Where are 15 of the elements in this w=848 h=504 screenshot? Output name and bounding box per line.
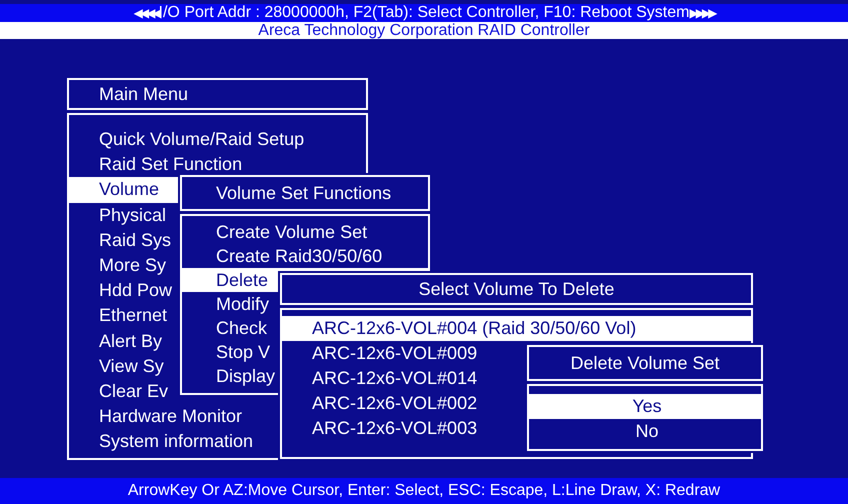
menu-item[interactable]: Raid Set Function	[69, 152, 366, 178]
menu-item[interactable]: Create Raid30/50/60	[182, 244, 428, 268]
menu-item[interactable]: ARC-12x6-VOL#004 (Raid 30/50/60 Vol)	[282, 316, 751, 341]
window-title: Select Volume To Delete	[280, 273, 753, 305]
menu-item[interactable]: Quick Volume/Raid Setup	[69, 127, 366, 152]
menu-item[interactable]: Create Volume Set	[182, 220, 428, 244]
window-title: Volume Set Functions	[180, 175, 430, 211]
menu-item[interactable]: Yes	[529, 394, 761, 419]
controller-title: Areca Technology Corporation RAID Controller	[0, 22, 848, 39]
menu-item[interactable]: No	[529, 419, 761, 444]
window-title: Delete Volume Set	[527, 345, 763, 381]
left-arrows: ◀◀◀◀	[134, 6, 159, 20]
window-title: Main Menu	[67, 78, 368, 110]
right-arrows: ▶▶▶▶	[689, 6, 714, 20]
status-bar: ArrowKey Or AZ:Move Cursor, Enter: Select, ESC: Escape, L:Line Draw, X: Redraw	[0, 478, 848, 504]
